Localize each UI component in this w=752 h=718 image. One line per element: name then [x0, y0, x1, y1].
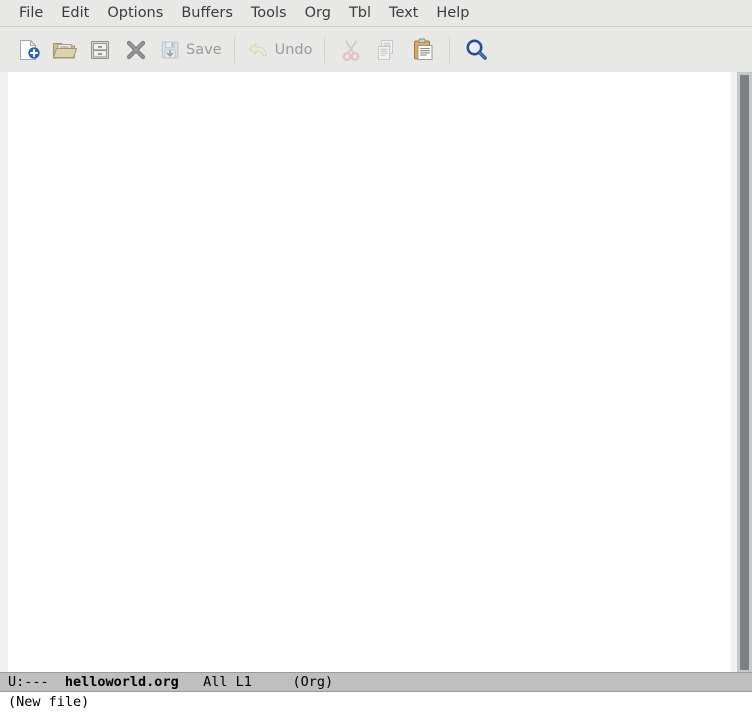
menu-tbl[interactable]: Tbl	[340, 3, 380, 24]
menu-help[interactable]: Help	[427, 3, 478, 24]
toolbar-separator-2	[324, 36, 326, 63]
paste-button[interactable]	[405, 31, 441, 69]
toolbar-separator-1	[233, 36, 235, 63]
modeline-major-mode: (Org)	[292, 674, 334, 690]
undo-button-label: Undo	[274, 41, 313, 58]
vertical-scrollbar[interactable]	[737, 72, 752, 672]
modeline-gap-3	[252, 674, 293, 690]
cut-scissors-icon	[338, 37, 364, 63]
paste-clipboard-icon	[410, 37, 436, 63]
modeline-position: All L1	[203, 674, 252, 690]
search-button[interactable]	[458, 31, 494, 69]
save-button-label: Save	[186, 41, 222, 58]
left-fringe	[0, 72, 8, 672]
open-folder-icon	[51, 37, 77, 63]
new-file-button[interactable]	[10, 31, 46, 69]
copy-button[interactable]	[369, 31, 405, 69]
scrollbar-thumb[interactable]	[740, 75, 749, 670]
cut-button[interactable]	[333, 31, 369, 69]
menu-file[interactable]: File	[10, 3, 52, 24]
undo-button[interactable]: Undo	[243, 31, 317, 69]
search-magnifier-icon	[463, 37, 489, 63]
new-file-icon	[15, 37, 41, 63]
menu-options[interactable]: Options	[98, 3, 172, 24]
menu-buffers[interactable]: Buffers	[172, 3, 242, 24]
toolbar-separator-3	[449, 36, 451, 63]
mode-line[interactable]: U:--- helloworld.org All L1 (Org)	[0, 672, 752, 692]
modeline-gap-1	[49, 674, 65, 690]
tool-bar: Save Undo	[0, 27, 752, 72]
undo-arrow-icon	[247, 38, 271, 62]
emacs-window: File Edit Options Buffers Tools Org Tbl …	[0, 0, 752, 718]
save-button[interactable]: Save	[154, 31, 226, 69]
menu-bar: File Edit Options Buffers Tools Org Tbl …	[0, 0, 752, 27]
save-as-button[interactable]	[82, 31, 118, 69]
echo-area-message: (New file)	[8, 694, 90, 710]
close-x-icon	[123, 37, 149, 63]
menu-text[interactable]: Text	[380, 3, 427, 24]
save-floppy-icon	[158, 38, 182, 62]
buffer-area	[0, 72, 752, 672]
echo-area: (New file)	[0, 692, 752, 718]
modeline-buffer-name: helloworld.org	[64, 674, 179, 690]
menu-org[interactable]: Org	[296, 3, 340, 24]
modeline-gap-2	[179, 674, 203, 690]
text-editing-area[interactable]	[8, 72, 731, 672]
close-buffer-button[interactable]	[118, 31, 154, 69]
menu-edit[interactable]: Edit	[52, 3, 98, 24]
modeline-status: U:---	[8, 674, 49, 690]
copy-documents-icon	[374, 37, 400, 63]
open-file-button[interactable]	[46, 31, 82, 69]
menu-tools[interactable]: Tools	[242, 3, 296, 24]
save-as-cabinet-icon	[87, 37, 113, 63]
